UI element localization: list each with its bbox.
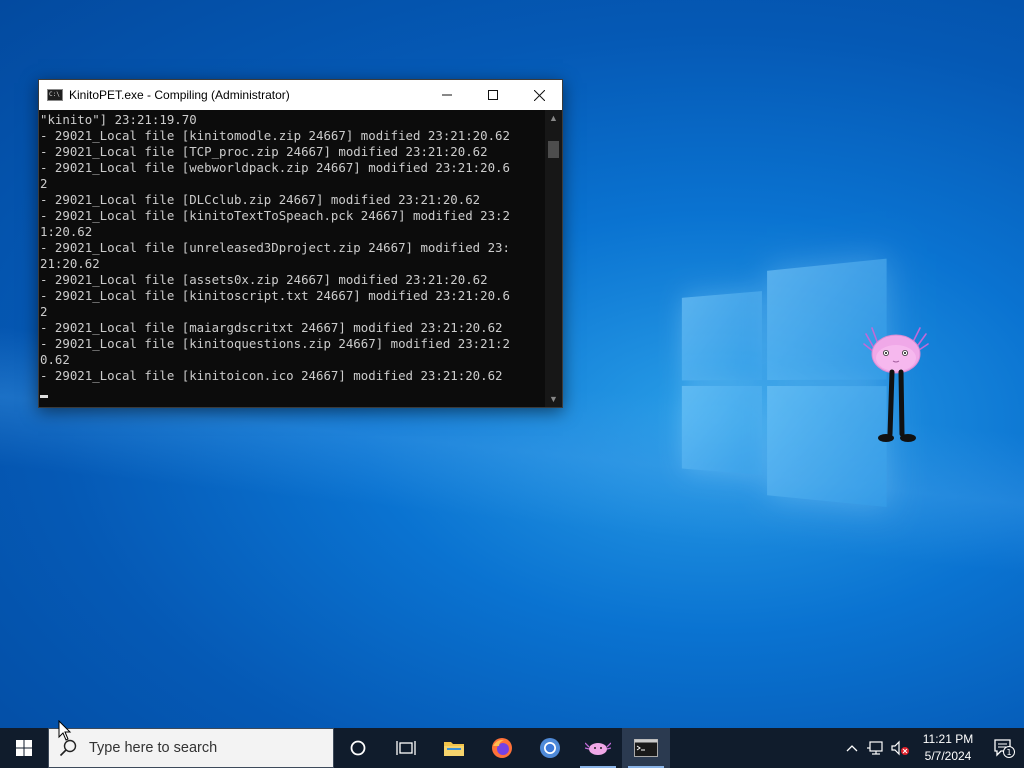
console-line: - 29021_Local file [unreleased3Dproject.… (40, 240, 510, 255)
console-window[interactable]: C:\ KinitoPET.exe - Compiling (Administr… (38, 79, 563, 408)
volume-muted-icon (891, 740, 909, 756)
cmd-icon: C:\ (47, 89, 63, 101)
console-line: 2 (40, 176, 48, 191)
chevron-up-icon (846, 745, 858, 752)
console-line: "kinito"] 23:21:19.70 (40, 112, 197, 127)
scroll-up-arrow-icon[interactable]: ▲ (545, 110, 562, 126)
cortana-button[interactable] (334, 728, 382, 768)
taskbar: Type here to search 11:21 PM 5/7/2024 1 (0, 728, 1024, 768)
task-view-button[interactable] (382, 728, 430, 768)
action-center-button[interactable]: 1 (984, 738, 1024, 758)
kinito-button[interactable] (574, 728, 622, 768)
firefox-button[interactable] (478, 728, 526, 768)
windows-start-icon (16, 740, 32, 756)
clock[interactable]: 11:21 PM 5/7/2024 (912, 731, 984, 765)
wallpaper-windows-logo (681, 258, 887, 512)
maximize-icon (488, 90, 498, 100)
scroll-down-arrow-icon[interactable]: ▼ (545, 391, 562, 407)
console-line: - 29021_Local file [maiargdscritxt 24667… (40, 320, 503, 335)
console-line: 21:20.62 (40, 256, 100, 271)
console-line: - 29021_Local file [TCP_proc.zip 24667] … (40, 144, 488, 159)
console-line: - 29021_Local file [kinitomodle.zip 2466… (40, 128, 510, 143)
notification-count: 1 (1006, 748, 1011, 757)
network-icon (867, 741, 883, 755)
chrome-button[interactable] (526, 728, 574, 768)
cortana-icon (350, 740, 366, 756)
scroll-thumb[interactable] (548, 141, 559, 158)
console-line: - 29021_Local file [kinitoquestions.zip … (40, 336, 510, 351)
file-explorer-icon (444, 742, 464, 756)
console-line: - 29021_Local file [assets0x.zip 24667] … (40, 272, 488, 287)
kinito-icon (585, 742, 611, 755)
console-scrollbar[interactable]: ▲ ▼ (545, 110, 562, 407)
cmd-button[interactable] (622, 728, 670, 768)
console-line: 1:20.62 (40, 224, 93, 239)
mouse-pointer-icon (58, 720, 72, 741)
minimize-icon (442, 94, 452, 96)
console-line: - 29021_Local file [DLCclub.zip 24667] m… (40, 192, 481, 207)
console-line: 2 (40, 304, 48, 319)
text-cursor (40, 395, 48, 398)
start-button[interactable] (0, 728, 48, 768)
notification-icon: 1 (994, 739, 1015, 758)
window-title: KinitoPET.exe - Compiling (Administrator… (69, 88, 290, 102)
cmd-icon (634, 739, 658, 757)
file-explorer-button[interactable] (430, 728, 478, 768)
console-line: - 29021_Local file [kinitoTextToSpeach.p… (40, 208, 510, 223)
firefox-icon (492, 738, 512, 758)
clock-date: 5/7/2024 (924, 749, 972, 763)
close-icon (533, 89, 545, 101)
search-placeholder: Type here to search (89, 740, 218, 756)
window-titlebar[interactable]: C:\ KinitoPET.exe - Compiling (Administr… (39, 80, 562, 110)
chrome-icon (540, 738, 560, 758)
maximize-button[interactable] (470, 80, 516, 110)
console-line: - 29021_Local file [kinitoicon.ico 24667… (40, 368, 503, 383)
close-button[interactable] (516, 80, 562, 110)
search-box[interactable]: Type here to search (48, 728, 334, 768)
volume-button[interactable] (888, 740, 912, 756)
console-output[interactable]: "kinito"] 23:21:19.70- 29021_Local file … (39, 110, 545, 407)
console-line: - 29021_Local file [webworldpack.zip 246… (40, 160, 510, 175)
system-tray: 11:21 PM 5/7/2024 1 (840, 728, 1024, 768)
clock-time: 11:21 PM (922, 732, 974, 746)
console-line: 0.62 (40, 352, 70, 367)
task-view-icon (396, 741, 416, 755)
console-line: - 29021_Local file [kinitoscript.txt 246… (40, 288, 510, 303)
kinito-character[interactable] (860, 322, 932, 448)
network-button[interactable] (864, 740, 888, 756)
show-hidden-icons-button[interactable] (840, 744, 864, 752)
minimize-button[interactable] (424, 80, 470, 110)
